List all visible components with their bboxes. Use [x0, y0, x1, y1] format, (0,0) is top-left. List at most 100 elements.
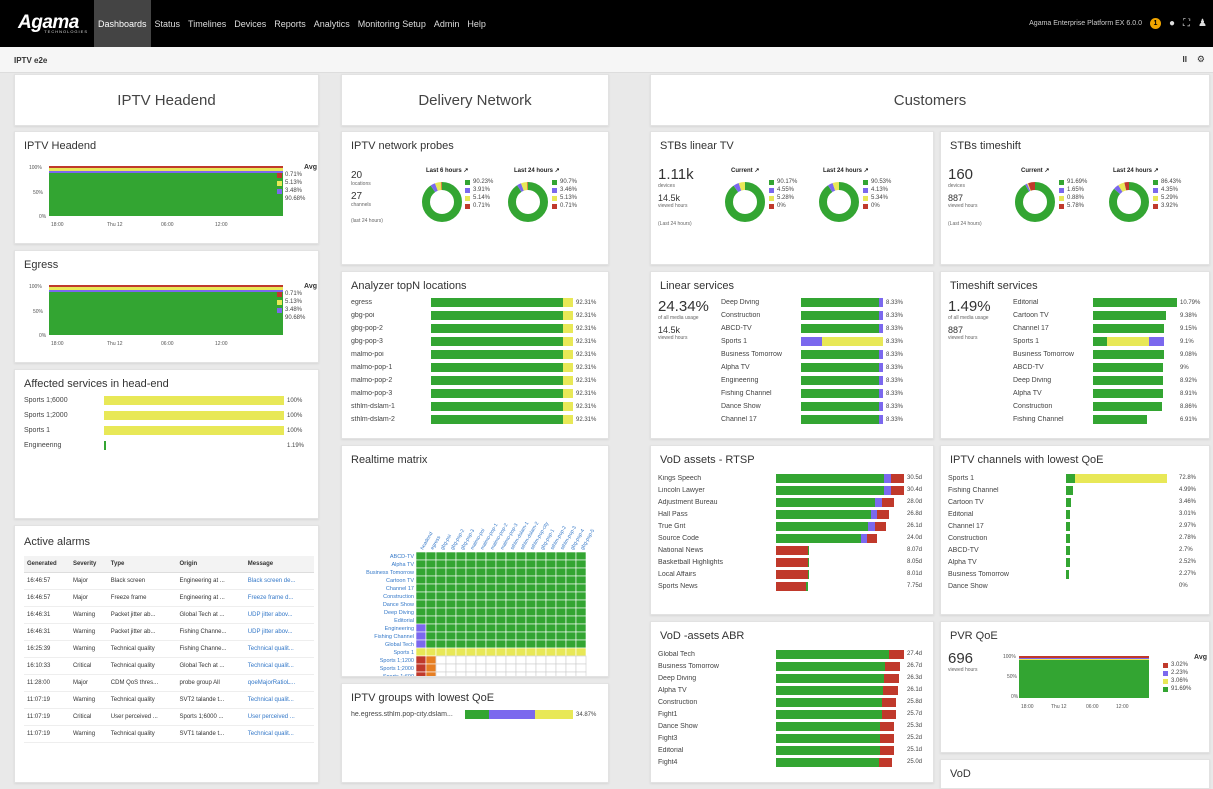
matrix-cell[interactable]: [555, 631, 567, 641]
matrix-cell[interactable]: [435, 671, 447, 677]
list-item[interactable]: Channel 17 8.33%: [721, 415, 933, 424]
alarm-row[interactable]: 16:10:33 Critical Technical quality Global …: [24, 657, 314, 675]
matrix-cell[interactable]: [575, 551, 587, 561]
matrix-cell[interactable]: [485, 655, 497, 665]
nav-monitoring-setup[interactable]: Monitoring Setup: [354, 0, 430, 47]
matrix-cell[interactable]: [415, 631, 427, 641]
matrix-cell[interactable]: [465, 671, 477, 677]
cell-message[interactable]: qoeMajorRatioL...: [244, 674, 314, 692]
matrix-cell[interactable]: [515, 591, 527, 601]
matrix-cell[interactable]: [465, 551, 477, 561]
matrix-cell[interactable]: [445, 559, 457, 569]
matrix-cell[interactable]: [535, 631, 547, 641]
list-item[interactable]: Business Tomorrow 2.27%: [948, 569, 1208, 579]
matrix-cell[interactable]: [475, 591, 487, 601]
matrix-cell[interactable]: [475, 599, 487, 609]
matrix-cell[interactable]: [415, 575, 427, 585]
matrix-cell[interactable]: [575, 607, 587, 617]
list-item[interactable]: Editorial 25.1d: [658, 745, 933, 755]
col-type[interactable]: Type: [107, 556, 177, 573]
matrix-cell[interactable]: [515, 631, 527, 641]
matrix-cell[interactable]: [455, 623, 467, 633]
nav-reports[interactable]: Reports: [270, 0, 310, 47]
matrix-cell[interactable]: [535, 655, 547, 665]
matrix-cell[interactable]: [565, 575, 577, 585]
list-item[interactable]: Editorial 3.01%: [948, 509, 1208, 519]
matrix-cell[interactable]: [435, 575, 447, 585]
list-item[interactable]: Construction 2.78%: [948, 533, 1208, 543]
matrix-cell[interactable]: [455, 607, 467, 617]
matrix-cell[interactable]: [555, 647, 567, 657]
matrix-cell[interactable]: [525, 647, 537, 657]
matrix-cell[interactable]: [445, 615, 457, 625]
matrix-cell[interactable]: [515, 663, 527, 673]
alarm-row[interactable]: 16:46:57 Major Freeze frame Engineering at …: [24, 589, 314, 607]
alarm-row[interactable]: 16:46:31 Warning Packet jitter ab... Global…: [24, 606, 314, 624]
matrix-cell[interactable]: [505, 591, 517, 601]
matrix-cell[interactable]: [535, 615, 547, 625]
matrix-cell[interactable]: [455, 615, 467, 625]
matrix-cell[interactable]: [495, 607, 507, 617]
matrix-cell[interactable]: [425, 663, 437, 673]
matrix-cell[interactable]: [415, 671, 427, 677]
matrix-cell[interactable]: [525, 575, 537, 585]
matrix-cell[interactable]: [435, 599, 447, 609]
matrix-cell[interactable]: [545, 639, 557, 649]
cell-message[interactable]: UDP jitter abov...: [244, 606, 314, 624]
matrix-cell[interactable]: [565, 623, 577, 633]
matrix-cell[interactable]: [525, 623, 537, 633]
matrix-cell[interactable]: [545, 583, 557, 593]
matrix-cell[interactable]: [475, 671, 487, 677]
matrix-row-label[interactable]: Cartoon TV: [386, 578, 414, 584]
matrix-cell[interactable]: [475, 663, 487, 673]
matrix-cell[interactable]: [475, 623, 487, 633]
nav-devices[interactable]: Devices: [230, 0, 270, 47]
matrix-cell[interactable]: [535, 663, 547, 673]
matrix-cell[interactable]: [435, 639, 447, 649]
matrix-row-label[interactable]: Dance Show: [383, 602, 414, 608]
list-item[interactable]: Engineering 1.19%: [24, 441, 314, 450]
matrix-cell[interactable]: [515, 639, 527, 649]
matrix-cell[interactable]: [515, 583, 527, 593]
matrix-cell[interactable]: [455, 671, 467, 677]
matrix-row-label[interactable]: Sports 1;600: [383, 674, 414, 677]
matrix-cell[interactable]: [475, 559, 487, 569]
matrix-cell[interactable]: [475, 631, 487, 641]
matrix-cell[interactable]: [435, 615, 447, 625]
stb-timeshift-current-link[interactable]: Current ↗: [1021, 167, 1049, 174]
matrix-cell[interactable]: [495, 647, 507, 657]
matrix-cell[interactable]: [435, 607, 447, 617]
cell-message[interactable]: Freeze frame d...: [244, 589, 314, 607]
list-item[interactable]: Editorial 10.79%: [1013, 298, 1209, 307]
matrix-cell[interactable]: [505, 623, 517, 633]
matrix-cell[interactable]: [455, 567, 467, 577]
matrix-cell[interactable]: [415, 607, 427, 617]
matrix-cell[interactable]: [515, 559, 527, 569]
cell-message[interactable]: Technical qualit...: [244, 657, 314, 675]
matrix-cell[interactable]: [475, 575, 487, 585]
fullscreen-icon[interactable]: ⛶: [1183, 18, 1190, 29]
matrix-row-label[interactable]: Channel 17: [386, 586, 414, 592]
matrix-cell[interactable]: [555, 551, 567, 561]
alarm-row[interactable]: 16:25:39 Warning Technical quality Fishing …: [24, 640, 314, 658]
matrix-cell[interactable]: [545, 647, 557, 657]
matrix-cell[interactable]: [505, 607, 517, 617]
matrix-cell[interactable]: [575, 615, 587, 625]
list-item[interactable]: True Grit 26.1d: [658, 521, 933, 531]
matrix-cell[interactable]: [465, 655, 477, 665]
matrix-cell[interactable]: [545, 599, 557, 609]
matrix-cell[interactable]: [535, 583, 547, 593]
matrix-cell[interactable]: [415, 599, 427, 609]
matrix-cell[interactable]: [495, 631, 507, 641]
matrix-cell[interactable]: [425, 655, 437, 665]
matrix-cell[interactable]: [565, 647, 577, 657]
list-item[interactable]: Sports News 7.75d: [658, 581, 933, 591]
matrix-cell[interactable]: [425, 671, 437, 677]
list-item[interactable]: Fishing Channel 8.33%: [721, 389, 933, 398]
list-item[interactable]: Alpha TV 8.33%: [721, 363, 933, 372]
matrix-cell[interactable]: [435, 623, 447, 633]
matrix-cell[interactable]: [425, 647, 437, 657]
matrix-cell[interactable]: [505, 615, 517, 625]
matrix-cell[interactable]: [565, 583, 577, 593]
matrix-cell[interactable]: [415, 567, 427, 577]
